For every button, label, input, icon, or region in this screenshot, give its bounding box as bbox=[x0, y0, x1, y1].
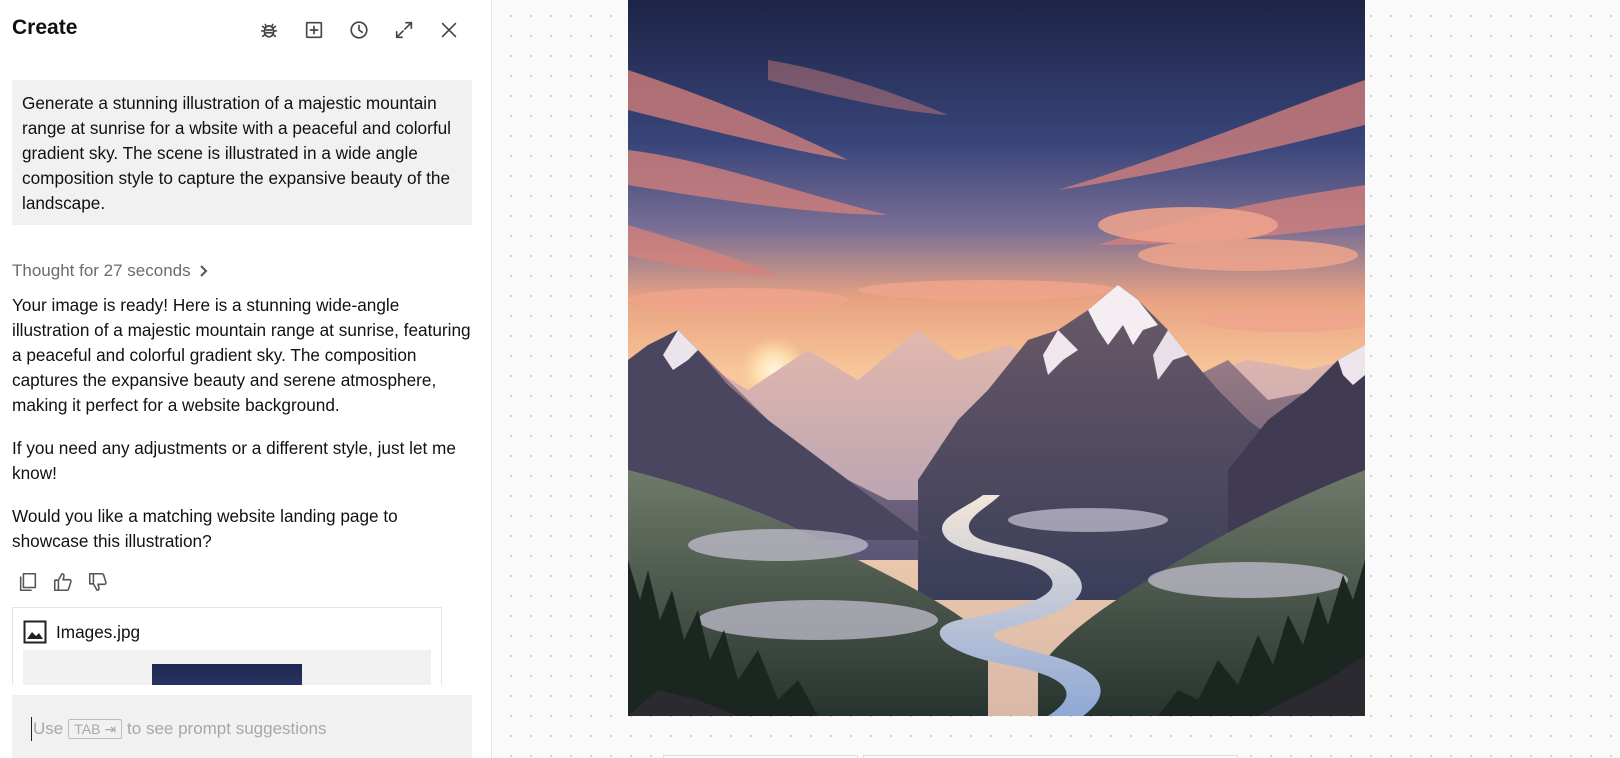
bug-icon[interactable] bbox=[255, 16, 283, 44]
placeholder-prefix: Use bbox=[33, 719, 64, 738]
assistant-message-paragraph: If you need any adjustments or a differe… bbox=[12, 438, 456, 483]
panel-header: Create bbox=[0, 0, 492, 58]
thought-label: Thought for 27 seconds bbox=[12, 261, 191, 280]
history-clock-icon[interactable] bbox=[345, 16, 373, 44]
add-square-icon[interactable] bbox=[300, 16, 328, 44]
user-prompt-bubble: Generate a stunning illustration of a ma… bbox=[12, 80, 472, 225]
thumbs-down-icon[interactable] bbox=[84, 568, 111, 595]
placeholder-suffix: to see prompt suggestions bbox=[127, 719, 327, 738]
message-actions bbox=[14, 568, 111, 595]
close-icon[interactable] bbox=[435, 16, 463, 44]
tab-key-hint: TAB ⇥ bbox=[68, 719, 123, 739]
mountain-sunrise-illustration bbox=[628, 0, 1365, 716]
assistant-message-paragraph: Your image is ready! Here is a stunning … bbox=[12, 295, 471, 415]
create-panel: Create Generate a stunning illustration … bbox=[0, 0, 492, 758]
prompt-input[interactable]: Use TAB ⇥ to see prompt suggestions bbox=[12, 695, 472, 758]
thought-toggle[interactable]: Thought for 27 seconds bbox=[12, 261, 211, 281]
image-icon bbox=[23, 620, 47, 644]
chevron-right-icon bbox=[199, 265, 208, 277]
text-cursor bbox=[31, 717, 32, 741]
assistant-message-paragraph: Would you like a matching website landin… bbox=[12, 506, 398, 551]
panel-title: Create bbox=[12, 16, 78, 39]
attachment-header: Images.jpg bbox=[23, 620, 140, 644]
copy-icon[interactable] bbox=[14, 568, 41, 595]
attachment-thumbnail bbox=[152, 664, 302, 685]
attachment-card[interactable]: Images.jpg bbox=[12, 607, 442, 685]
thumbs-up-icon[interactable] bbox=[49, 568, 76, 595]
expand-icon[interactable] bbox=[390, 16, 418, 44]
generated-image[interactable] bbox=[628, 0, 1365, 716]
prompt-placeholder: Use TAB ⇥ to see prompt suggestions bbox=[33, 719, 326, 739]
attachment-filename: Images.jpg bbox=[56, 621, 141, 642]
attachment-preview bbox=[23, 650, 431, 685]
